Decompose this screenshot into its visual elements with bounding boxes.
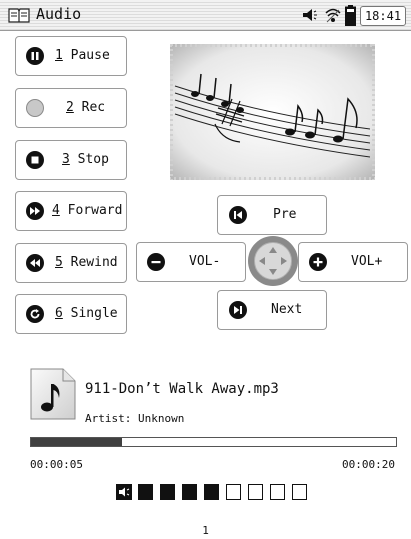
record-icon bbox=[26, 99, 44, 117]
playback-progress-fill bbox=[31, 438, 123, 446]
next-track-icon bbox=[229, 301, 247, 319]
vol-up-button[interactable]: VOL+ bbox=[298, 242, 408, 282]
rewind-shortcut: 5 bbox=[55, 255, 63, 270]
volume-segment bbox=[226, 484, 241, 500]
dpad[interactable] bbox=[248, 236, 298, 286]
book-icon bbox=[8, 8, 30, 23]
vol-down-label: VOL- bbox=[189, 254, 221, 269]
record-button[interactable]: 2 Rec bbox=[15, 88, 127, 128]
rewind-icon bbox=[26, 254, 44, 272]
record-label: Rec bbox=[73, 100, 106, 115]
volume-segment bbox=[182, 484, 197, 500]
pre-button[interactable]: Pre bbox=[217, 195, 327, 235]
dpad-up-icon bbox=[269, 247, 277, 253]
rewind-button[interactable]: 5 Rewind bbox=[15, 243, 127, 283]
volume-segment bbox=[292, 484, 307, 500]
wireless-icon bbox=[325, 8, 341, 23]
next-label: Next bbox=[271, 302, 303, 317]
stop-icon bbox=[26, 151, 44, 169]
rewind-label: Rewind bbox=[62, 255, 118, 270]
volume-segment bbox=[138, 484, 153, 500]
record-shortcut: 2 bbox=[66, 100, 74, 115]
stop-button[interactable]: 3 Stop bbox=[15, 140, 127, 180]
status-bar: Audio 18:41 bbox=[0, 0, 411, 31]
elapsed-time: 00:00:05 bbox=[30, 458, 83, 471]
pre-label: Pre bbox=[273, 207, 297, 222]
track-filename: 911-Don’t Walk Away.mp3 bbox=[85, 381, 279, 397]
speaker-icon bbox=[303, 9, 317, 21]
forward-button[interactable]: 4 Forward bbox=[15, 191, 127, 231]
dpad-down-icon bbox=[269, 269, 277, 275]
pause-icon bbox=[26, 47, 44, 65]
minus-icon bbox=[147, 253, 165, 271]
repeat-single-icon bbox=[26, 305, 44, 323]
single-button[interactable]: 6 Single bbox=[15, 294, 127, 334]
pause-button[interactable]: 1 Pause bbox=[15, 36, 127, 76]
total-duration: 00:00:20 bbox=[342, 458, 395, 471]
music-file-icon bbox=[30, 368, 76, 420]
volume-segment bbox=[248, 484, 263, 500]
clock: 18:41 bbox=[360, 6, 406, 26]
fast-forward-icon bbox=[26, 202, 44, 220]
volume-segment bbox=[270, 484, 285, 500]
single-shortcut: 6 bbox=[55, 306, 63, 321]
volume-speaker-icon bbox=[116, 484, 132, 500]
vol-down-button[interactable]: VOL- bbox=[136, 242, 246, 282]
forward-label: Forward bbox=[59, 203, 123, 218]
pause-shortcut: 1 bbox=[55, 48, 63, 63]
stop-label: Stop bbox=[69, 152, 109, 167]
pause-label: Pause bbox=[62, 48, 110, 63]
playback-progress-bar[interactable] bbox=[30, 437, 397, 447]
single-label: Single bbox=[62, 306, 118, 321]
app-title: Audio bbox=[36, 5, 82, 23]
page-number: 1 bbox=[202, 524, 209, 537]
volume-segment bbox=[160, 484, 175, 500]
stop-shortcut: 3 bbox=[62, 152, 70, 167]
battery-icon bbox=[345, 5, 356, 26]
next-button[interactable]: Next bbox=[217, 290, 327, 330]
dpad-left-icon bbox=[259, 257, 265, 265]
previous-track-icon bbox=[229, 206, 247, 224]
dpad-right-icon bbox=[281, 257, 287, 265]
track-artist: Artist: Unknown bbox=[85, 412, 185, 425]
plus-icon bbox=[309, 253, 327, 271]
vol-up-label: VOL+ bbox=[351, 254, 383, 269]
volume-segment bbox=[204, 484, 219, 500]
forward-shortcut: 4 bbox=[52, 203, 60, 218]
album-art-image bbox=[170, 44, 375, 180]
